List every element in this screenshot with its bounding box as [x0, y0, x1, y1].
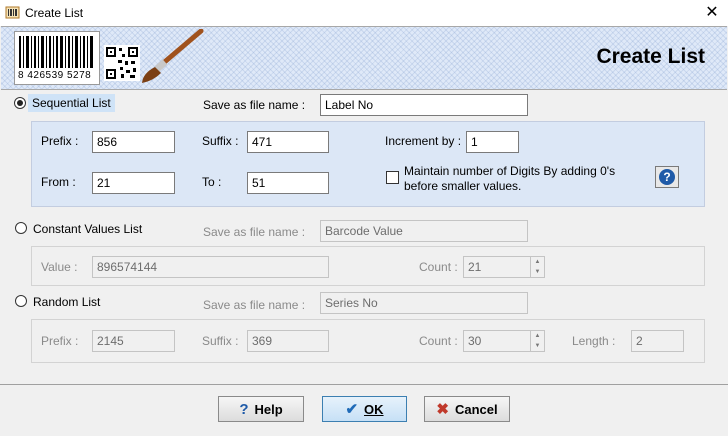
spin-down-icon[interactable]: ▼	[531, 341, 544, 351]
help-button-label: Help	[254, 401, 283, 417]
qr-code-icon	[104, 45, 140, 81]
info-button[interactable]: ?	[655, 166, 679, 188]
cancel-button-label: Cancel	[454, 401, 498, 417]
random-length-input[interactable]: 2	[631, 330, 684, 352]
spin-down-icon[interactable]: ▼	[531, 267, 544, 277]
sequential-list-label[interactable]: Sequential List	[28, 94, 115, 112]
ok-button-label: OK	[364, 401, 384, 417]
suffix-label: Suffix :	[202, 134, 239, 148]
random-list-label[interactable]: Random List	[33, 295, 100, 309]
window-title: Create List	[25, 6, 84, 20]
maintain-digits-checkbox[interactable]	[386, 171, 399, 184]
header-banner: 8 426539 5278 Create List	[1, 26, 727, 90]
random-save-label: Save as file name :	[203, 298, 306, 312]
from-label: From :	[41, 175, 76, 189]
footer-divider	[0, 384, 728, 385]
increment-label: Increment by :	[385, 134, 462, 148]
paintbrush-icon	[142, 29, 204, 83]
cancel-button[interactable]: ✖ Cancel	[424, 396, 510, 422]
random-length-label: Length :	[572, 334, 616, 348]
maintain-digits-line2: before smaller values.	[404, 179, 522, 193]
constant-values-label[interactable]: Constant Values List	[33, 222, 142, 236]
random-list-radio[interactable]	[15, 295, 27, 307]
constant-save-label: Save as file name :	[203, 225, 306, 239]
random-count-spinner[interactable]: ▲ ▼	[530, 331, 544, 351]
constant-value-label: Value :	[41, 260, 78, 274]
help-button[interactable]: ? Help	[218, 396, 304, 422]
random-suffix-label: Suffix :	[202, 334, 239, 348]
checkmark-icon: ✔	[345, 400, 359, 418]
random-prefix-label: Prefix :	[41, 334, 79, 348]
to-label: To :	[202, 175, 222, 189]
suffix-input[interactable]: 471	[247, 131, 329, 153]
title-bar: Create List ✕	[0, 0, 728, 26]
constant-value-input[interactable]: 896574144	[92, 256, 329, 278]
help-info-icon: ?	[659, 169, 675, 185]
sequential-save-input[interactable]: Label No	[320, 94, 528, 116]
to-input[interactable]: 51	[247, 172, 329, 194]
increment-input[interactable]: 1	[466, 131, 519, 153]
barcode-icon	[19, 36, 93, 68]
from-input[interactable]: 21	[92, 172, 175, 194]
barcode-number: 8 426539 5278	[18, 70, 92, 81]
spin-up-icon[interactable]: ▲	[531, 331, 544, 341]
cross-icon: ✖	[436, 400, 449, 418]
prefix-input[interactable]: 856	[92, 131, 175, 153]
question-mark-icon: ?	[239, 400, 249, 418]
app-icon	[5, 6, 20, 19]
close-button[interactable]: ✕	[696, 0, 728, 26]
random-save-input[interactable]: Series No	[320, 292, 528, 314]
banner-title: Create List	[596, 45, 705, 68]
sequential-save-label: Save as file name :	[203, 98, 306, 112]
constant-count-spinner[interactable]: ▲ ▼	[530, 257, 544, 277]
ok-button[interactable]: ✔ OK	[322, 396, 407, 422]
barcode-logo: 8 426539 5278	[14, 31, 100, 85]
constant-save-input[interactable]: Barcode Value	[320, 220, 528, 242]
prefix-label: Prefix :	[41, 134, 79, 148]
maintain-digits-line1: Maintain number of Digits By adding 0's	[404, 164, 616, 178]
sequential-list-radio[interactable]	[14, 97, 26, 109]
random-prefix-input[interactable]: 2145	[92, 330, 175, 352]
spin-up-icon[interactable]: ▲	[531, 257, 544, 267]
constant-count-label: Count :	[419, 260, 458, 274]
random-suffix-input[interactable]: 369	[247, 330, 329, 352]
random-count-label: Count :	[419, 334, 458, 348]
constant-values-radio[interactable]	[15, 222, 27, 234]
